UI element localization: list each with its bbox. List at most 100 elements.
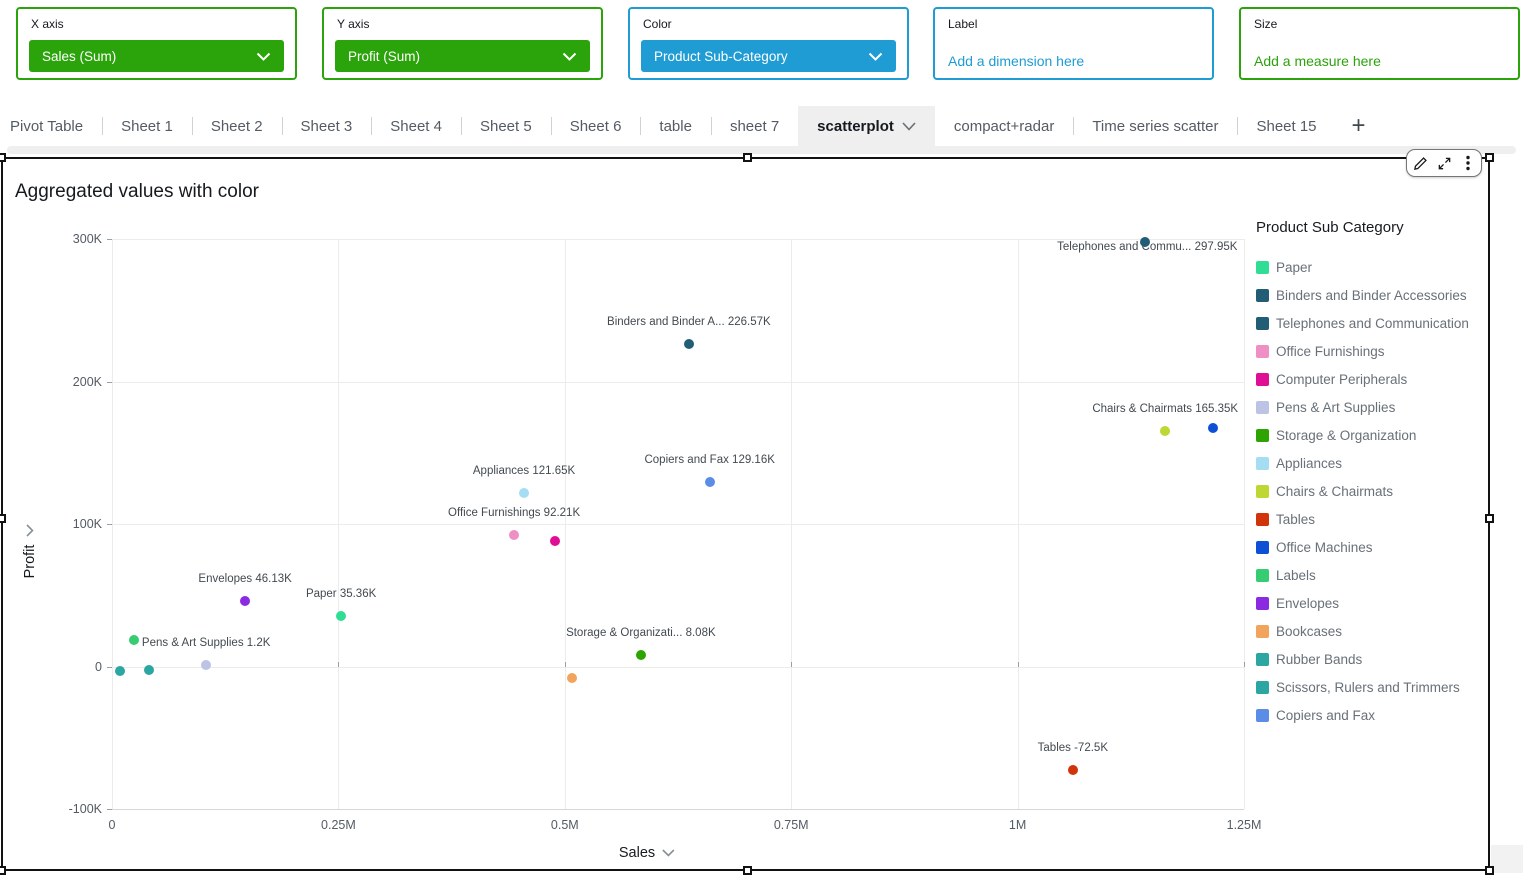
legend-item-label: Storage & Organization bbox=[1276, 428, 1416, 443]
field-well-title: Label bbox=[948, 17, 977, 31]
sheet-tab-bar: Pivot TableSheet 1Sheet 2Sheet 3 Sheet 4 S… bbox=[0, 106, 1523, 146]
legend-swatch bbox=[1256, 401, 1269, 414]
legend-item[interactable]: Binders and Binder Accessories bbox=[1256, 288, 1490, 302]
x-axis-name[interactable]: Sales bbox=[619, 845, 675, 861]
legend-item[interactable]: Pens & Art Supplies bbox=[1256, 400, 1490, 414]
field-well-x-axis[interactable]: X axis Sales (Sum) bbox=[16, 7, 297, 80]
field-well-color[interactable]: Color Product Sub-Category bbox=[628, 7, 909, 80]
point-label: Paper 35.36K bbox=[306, 588, 376, 600]
scatter-point[interactable] bbox=[201, 660, 211, 670]
tab-label: compact+radar bbox=[954, 118, 1054, 135]
legend-item[interactable]: Telephones and Communication bbox=[1256, 316, 1490, 330]
kebab-menu-icon[interactable] bbox=[1458, 153, 1478, 173]
scatter-point[interactable] bbox=[519, 488, 529, 498]
legend-item[interactable]: Envelopes bbox=[1256, 596, 1490, 610]
legend-item[interactable]: Rubber Bands bbox=[1256, 652, 1490, 666]
gridline-horizontal bbox=[112, 809, 1244, 810]
legend-swatch bbox=[1256, 261, 1269, 274]
tab-table[interactable]: table bbox=[640, 106, 711, 146]
field-well-size[interactable]: Size Add a measure here bbox=[1239, 7, 1520, 80]
legend-item[interactable]: Storage & Organization bbox=[1256, 428, 1490, 442]
scatter-point[interactable] bbox=[1160, 426, 1170, 436]
tab-Sheet 15[interactable]: Sheet 15 bbox=[1237, 106, 1335, 146]
scatter-point[interactable] bbox=[240, 596, 250, 606]
tab-Sheet 1[interactable]: Sheet 1 bbox=[102, 106, 192, 146]
resize-handle-top-right[interactable] bbox=[1485, 153, 1494, 162]
tab-scatterplot-active[interactable]: scatterplot bbox=[798, 106, 935, 146]
scatter-point[interactable] bbox=[144, 665, 154, 675]
resize-handle-middle-right[interactable] bbox=[1485, 514, 1494, 523]
scatter-point[interactable] bbox=[509, 530, 519, 540]
color-field-pill[interactable]: Product Sub-Category bbox=[641, 40, 896, 72]
tab-Sheet 6[interactable]: Sheet 6 bbox=[551, 106, 641, 146]
tab-label: Sheet 15 bbox=[1256, 118, 1316, 135]
resize-handle-middle-left[interactable] bbox=[0, 514, 6, 523]
field-well-y-axis[interactable]: Y axis Profit (Sum) bbox=[322, 7, 603, 80]
legend: Product Sub Category Paper Binders and Bi… bbox=[1256, 219, 1490, 736]
legend-item-label: Paper bbox=[1276, 260, 1312, 275]
legend-item-label: Office Furnishings bbox=[1276, 344, 1385, 359]
legend-item[interactable]: Paper bbox=[1256, 260, 1490, 274]
legend-item[interactable]: Computer Peripherals bbox=[1256, 372, 1490, 386]
tab-Time series scatter[interactable]: Time series scatter bbox=[1073, 106, 1237, 146]
tab-sheet 7[interactable]: sheet 7 bbox=[711, 106, 798, 146]
add-measure-placeholder[interactable]: Add a measure here bbox=[1254, 53, 1381, 69]
legend-title: Product Sub Category bbox=[1256, 219, 1490, 236]
tab-Sheet 4[interactable]: Sheet 4 bbox=[371, 106, 461, 146]
chevron-down-icon bbox=[868, 52, 883, 61]
legend-item[interactable]: Copiers and Fax bbox=[1256, 708, 1490, 722]
y-axis-name-label: Profit bbox=[22, 545, 38, 579]
scatter-point[interactable] bbox=[705, 477, 715, 487]
scatter-point[interactable] bbox=[636, 650, 646, 660]
legend-item-label: Binders and Binder Accessories bbox=[1276, 288, 1467, 303]
tab-Sheet 2[interactable]: Sheet 2 bbox=[192, 106, 282, 146]
scatter-point[interactable] bbox=[684, 339, 694, 349]
legend-item[interactable]: Office Furnishings bbox=[1256, 344, 1490, 358]
scatter-point[interactable] bbox=[1208, 423, 1218, 433]
scatter-point[interactable] bbox=[129, 635, 139, 645]
scatter-point[interactable] bbox=[550, 536, 560, 546]
legend-item[interactable]: Appliances bbox=[1256, 456, 1490, 470]
canvas-background bbox=[1491, 845, 1523, 873]
y-axis-name[interactable]: Profit bbox=[21, 496, 39, 606]
resize-handle-top-center[interactable] bbox=[743, 153, 752, 162]
field-well-label[interactable]: Label Add a dimension here bbox=[933, 7, 1214, 80]
y-axis-field-pill[interactable]: Profit (Sum) bbox=[335, 40, 590, 72]
resize-handle-bottom-right[interactable] bbox=[1485, 866, 1494, 875]
legend-swatch bbox=[1256, 289, 1269, 302]
tab-Pivot Table[interactable]: Pivot Table bbox=[0, 106, 102, 146]
legend-item[interactable]: Scissors, Rulers and Trimmers bbox=[1256, 680, 1490, 694]
gridline-horizontal bbox=[112, 239, 1244, 240]
legend-item[interactable]: Labels bbox=[1256, 568, 1490, 582]
legend-swatch bbox=[1256, 513, 1269, 526]
expand-icon[interactable] bbox=[1434, 153, 1454, 173]
scatter-point[interactable] bbox=[115, 666, 125, 676]
legend-item[interactable]: Bookcases bbox=[1256, 624, 1490, 638]
tab-label: Sheet 6 bbox=[570, 118, 622, 135]
tab-label: Sheet 4 bbox=[390, 118, 442, 135]
scatterplot-visual[interactable]: Aggregated values with color 00.25M0.5M0… bbox=[1, 157, 1490, 871]
scatter-point[interactable] bbox=[567, 673, 577, 683]
edit-pencil-icon[interactable] bbox=[1411, 153, 1431, 173]
field-well-title: Size bbox=[1254, 17, 1277, 31]
tab-compact+radar[interactable]: compact+radar bbox=[935, 106, 1073, 146]
scatter-point[interactable] bbox=[1068, 765, 1078, 775]
x-axis-field-pill[interactable]: Sales (Sum) bbox=[29, 40, 284, 72]
resize-handle-top-left[interactable] bbox=[0, 153, 6, 162]
point-label: Pens & Art Supplies 1.2K bbox=[142, 637, 271, 649]
resize-handle-bottom-center[interactable] bbox=[743, 866, 752, 875]
legend-swatch bbox=[1256, 709, 1269, 722]
legend-item[interactable]: Tables bbox=[1256, 512, 1490, 526]
legend-item[interactable]: Office Machines bbox=[1256, 540, 1490, 554]
add-sheet-button[interactable]: + bbox=[1336, 106, 1382, 146]
legend-item[interactable]: Chairs & Chairmats bbox=[1256, 484, 1490, 498]
y-axis-tick-mark bbox=[107, 524, 112, 525]
add-dimension-placeholder[interactable]: Add a dimension here bbox=[948, 53, 1084, 69]
x-axis-tick-label: 1.25M bbox=[1209, 818, 1279, 832]
tab-Sheet 3[interactable]: Sheet 3 bbox=[282, 106, 372, 146]
tab-label: table bbox=[659, 118, 692, 135]
resize-handle-bottom-left[interactable] bbox=[0, 866, 6, 875]
tab-Sheet 5[interactable]: Sheet 5 bbox=[461, 106, 551, 146]
legend-swatch bbox=[1256, 625, 1269, 638]
scatter-point[interactable] bbox=[336, 611, 346, 621]
